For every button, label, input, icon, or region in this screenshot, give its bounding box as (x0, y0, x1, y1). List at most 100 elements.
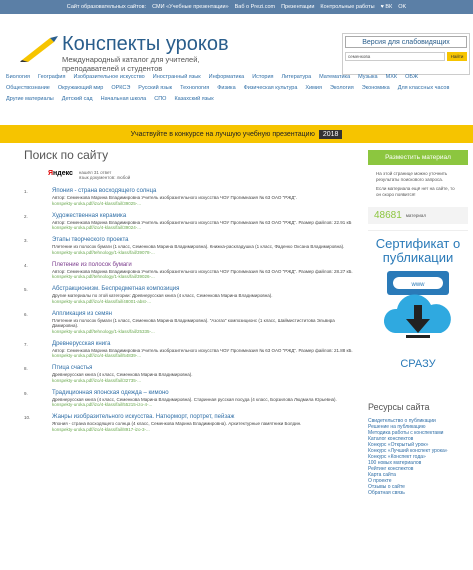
nav-item[interactable]: Физика (217, 83, 235, 94)
result-url[interactable]: konspekty-uroka.pdf/izo/4-klass/fail/390… (52, 225, 359, 231)
result-title-link[interactable]: Плетение из полосок бумаги (52, 262, 359, 269)
result-title-link[interactable]: Аппликация из семян (52, 311, 359, 318)
nav-item[interactable]: ОБЖ (405, 72, 418, 83)
nav-item[interactable]: Казахский язык (174, 94, 213, 105)
result-url[interactable]: konspekty-uroka.pdf/izo/4-klass/fail/548… (52, 353, 359, 359)
site-title[interactable]: Конспекты уроков (62, 33, 229, 56)
nav-item[interactable]: Литература (282, 72, 312, 83)
nav-item[interactable]: СПО (154, 94, 166, 105)
contest-banner[interactable]: Участвуйте в конкурсе на лучшую учебную … (0, 125, 473, 143)
result-item: 8. Птица счастья Древнерусская книга (4 кл… (24, 365, 359, 384)
nav-item[interactable]: Другие материалы (6, 94, 54, 105)
topbar-link[interactable]: OK (398, 4, 406, 10)
result-description: Плетение из полосок бумаги (1 класс, Сем… (52, 317, 335, 329)
nav-item[interactable]: Иностранный язык (153, 72, 201, 83)
nav-item[interactable]: Для классных часов (398, 83, 450, 94)
nav-item[interactable]: Детский сад (62, 94, 93, 105)
sidebar-note: На этой странице можно уточнить результа… (376, 171, 455, 197)
result-title-link[interactable]: Традиционная японская одежда – кимоно (52, 390, 359, 397)
nav-item[interactable]: Обществознание (6, 83, 50, 94)
result-number: 4. (24, 262, 28, 268)
search-input[interactable]: семенкова (345, 52, 445, 61)
sidebar: Разместить материал На этой странице мож… (368, 150, 468, 496)
nav-item[interactable]: Русский язык (138, 83, 172, 94)
result-item: 10. Жанры изобразительного искусства. Нат… (24, 414, 359, 433)
nav-item[interactable]: Биология (6, 72, 30, 83)
result-title-link[interactable]: Древнерусская книга (52, 341, 359, 348)
search-button[interactable]: Найти (447, 52, 467, 61)
nav-item[interactable]: Информатика (209, 72, 245, 83)
result-title-link[interactable]: Художественная керамика (52, 213, 359, 220)
result-number: 6. (24, 311, 28, 317)
certificate-ad[interactable]: Сертификат о публикации www СРАЗУ (368, 230, 468, 390)
banner-year: 2018 (318, 129, 343, 139)
result-item: 7. Древнерусская книга Автор: Семенкова Ма… (24, 341, 359, 360)
nav-item[interactable]: Изобразительное искусство (73, 72, 144, 83)
nav-item[interactable]: Технология (180, 83, 209, 94)
result-title-link[interactable]: Абстракционизм. Беспредметная композиция (52, 286, 359, 293)
docs-language[interactable]: язык документов: любой (79, 175, 130, 180)
top-bar: Сайт образовательных сайтов: СМИ «Учебны… (0, 0, 473, 14)
resources-title: Ресурсы сайта (368, 402, 430, 412)
material-count-label: материал (405, 213, 426, 218)
yandex-logo: Яндекс (48, 170, 73, 177)
search-box: Версия для слабовидящих семенкова Найти (342, 33, 470, 75)
certificate-title: Сертификат о публикации (375, 236, 461, 265)
result-url[interactable]: konspekty-uroka.pdf/tehnology/1-klass/fa… (52, 250, 359, 256)
result-number: 1. (24, 189, 28, 194)
material-counter: 48681 материал (368, 207, 468, 224)
result-number: 9. (24, 390, 28, 396)
result-number: 8. (24, 366, 28, 371)
pen-logo-icon[interactable] (20, 36, 60, 62)
result-item: 9. Традиционная японская одежда – кимоно Д… (24, 390, 359, 409)
results-list: 1. Япония - страна восходящего солнца Авто… (24, 188, 359, 433)
subject-nav: Биология География Изобразительное искусст… (0, 72, 473, 105)
nav-item[interactable]: История (252, 72, 273, 83)
yandex-summary: Яндекс нашёл 31 ответ язык документов: л… (24, 170, 359, 180)
result-item: 1. Япония - страна восходящего солнца Авто… (24, 188, 359, 207)
result-item: 2. Художественная керамика Автор: Семенков… (24, 213, 359, 232)
topbar-link[interactable]: Контрольные работы (320, 4, 374, 10)
nav-item[interactable]: Окружающий мир (58, 83, 103, 94)
banner-text: Участвуйте в конкурсе на лучшую учебную … (130, 130, 315, 138)
result-number: 7. (24, 341, 28, 347)
nav-item[interactable]: Начальная школа (101, 94, 147, 105)
nav-item[interactable]: Математика (319, 72, 350, 83)
nav-item[interactable]: Химия (305, 83, 322, 94)
result-url[interactable]: konspekty-uroka.pdf/izo/4-klass/fail/327… (52, 378, 359, 384)
nav-item[interactable]: Музыка (358, 72, 377, 83)
result-item: 5. Абстракционизм. Беспредметная композиц… (24, 286, 359, 305)
post-material-button[interactable]: Разместить материал (368, 150, 468, 165)
topbar-link[interactable]: Ваб о Prezi.com (235, 4, 275, 10)
topbar-link[interactable]: СМИ «Учебные презентации» (152, 4, 229, 10)
resources-list: Свидетельство о публикации Решение на пуб… (368, 418, 468, 496)
nav-item[interactable]: Экономика (362, 83, 390, 94)
topbar-link[interactable]: ♥ ВК (381, 4, 393, 10)
result-url[interactable]: konspekty-uroka.pdf/izo/4-klass/fail/390… (52, 201, 359, 207)
nav-item[interactable]: Физическая культура (244, 83, 298, 94)
result-url[interactable]: konspekty-uroka.pdf/izo/4-klass/fail/480… (52, 299, 359, 305)
topbar-link[interactable]: Презентации (281, 4, 314, 10)
page-title: Поиск по сайту (24, 148, 109, 162)
result-number: 10. (24, 415, 31, 420)
nav-item[interactable]: Экология (330, 83, 354, 94)
nav-item[interactable]: География (38, 72, 65, 83)
result-title-link[interactable]: Птица счастья (52, 365, 359, 372)
nav-item[interactable]: ОРКСЭ (111, 83, 130, 94)
result-item: 6. Аппликация из семян Плетение из полосок… (24, 311, 359, 335)
result-item: 4. Плетение из полосок бумаги Автор: Семен… (24, 262, 359, 281)
result-url[interactable]: konspekty-uroka.pdf/tehnology/1-klass/fa… (52, 274, 359, 280)
result-number: 3. (24, 238, 28, 243)
result-title-link[interactable]: Япония - страна восходящего солнца (52, 188, 359, 195)
material-count: 48681 (374, 210, 402, 221)
nav-item[interactable]: МХК (386, 72, 397, 83)
result-url[interactable]: konspekty-uroka.pdf/izo/4-klass/fail/552… (52, 402, 359, 408)
resource-link[interactable]: Обратная связь (368, 490, 468, 496)
topbar-label: Сайт образовательных сайтов: (66, 4, 147, 10)
result-url[interactable]: konspekty-uroka.pdf/izo/4-klass/fail/891… (52, 427, 359, 433)
result-title-link[interactable]: Этапы творческого проекта (52, 237, 359, 244)
accessibility-version-link[interactable]: Версия для слабовидящих (345, 36, 467, 48)
site-subtitle: Международный каталог для учителей, преп… (62, 55, 200, 73)
result-url[interactable]: konspekty-uroka.pdf/tehnology/1-klass/fa… (52, 329, 359, 335)
result-title-link[interactable]: Жанры изобразительного искусства. Натюрм… (52, 414, 359, 421)
